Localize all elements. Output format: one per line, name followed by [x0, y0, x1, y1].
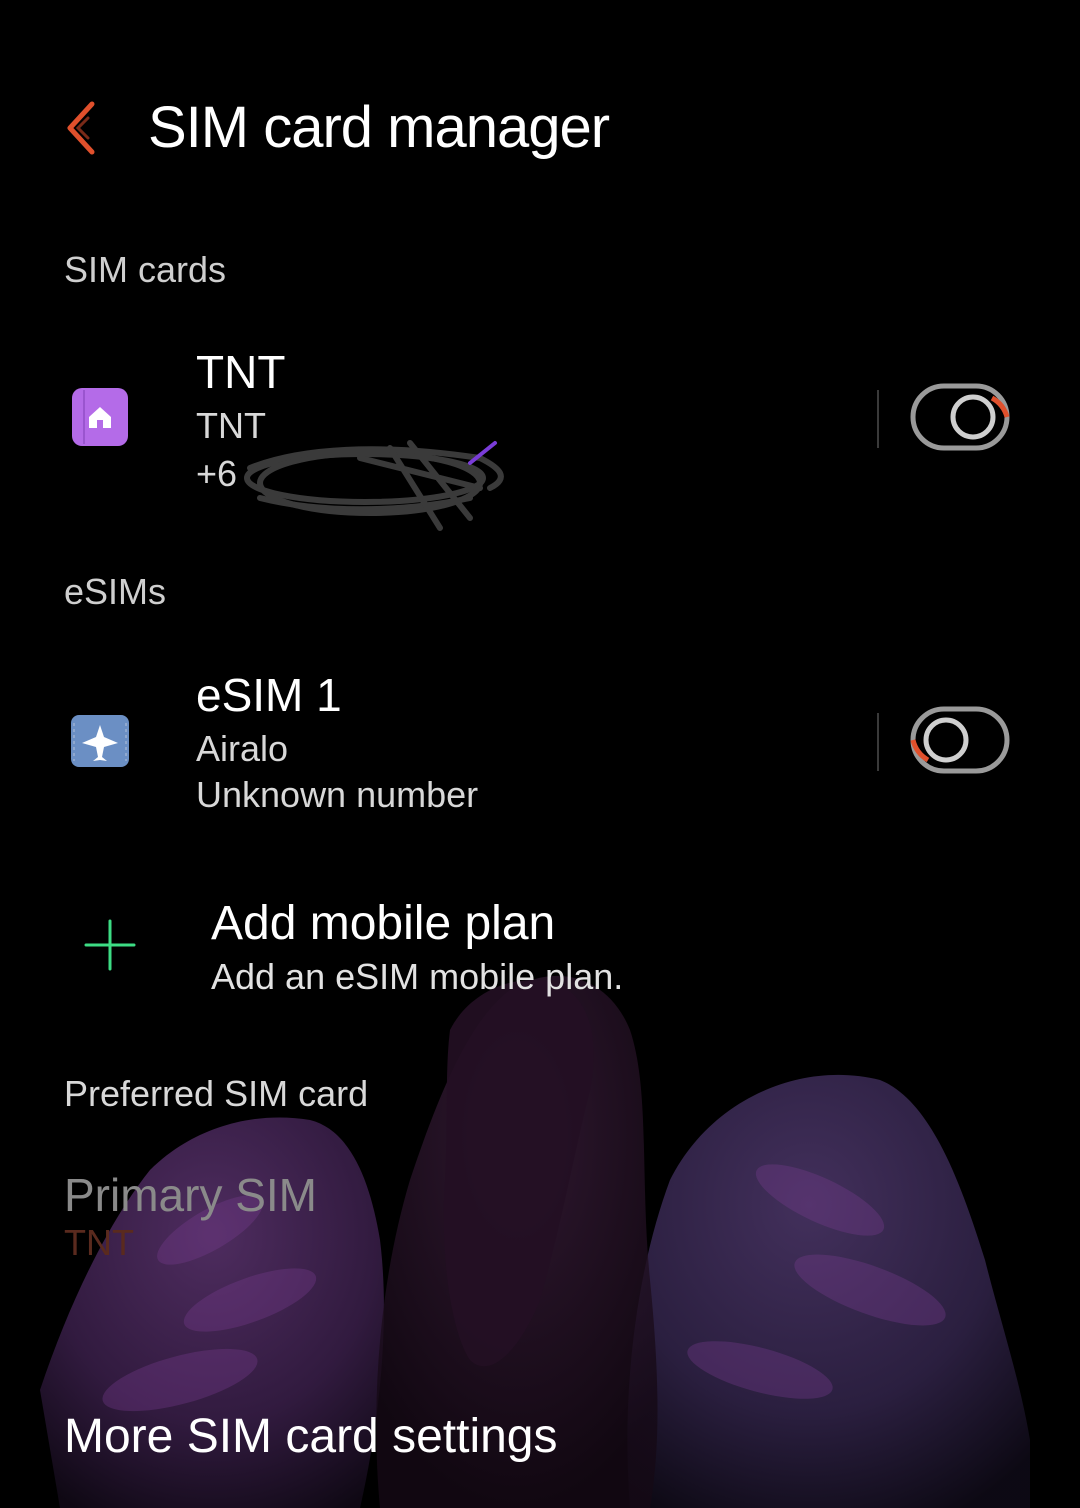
- section-header-esims: eSIMs: [64, 571, 167, 612]
- sim-name: TNT: [196, 346, 286, 398]
- esim-carrier: Airalo: [196, 728, 289, 769]
- add-mobile-plan-subtitle: Add an eSIM mobile plan.: [211, 956, 624, 997]
- add-mobile-plan-title: Add mobile plan: [211, 897, 556, 950]
- esim-number: Unknown number: [196, 774, 479, 815]
- redaction-scribble: [244, 440, 504, 531]
- primary-sim-value: TNT: [64, 1222, 134, 1263]
- home-icon: [72, 388, 128, 446]
- section-header-sim-cards: SIM cards: [64, 249, 227, 290]
- esim-name: eSIM 1: [196, 669, 342, 721]
- section-header-preferred: Preferred SIM card: [64, 1073, 369, 1114]
- esim-airalo-row[interactable]: eSIM 1 Airalo Unknown number: [0, 665, 1080, 825]
- esim-toggle-switch-off[interactable]: [910, 705, 1010, 775]
- plus-icon: [84, 919, 136, 971]
- sim-toggle-switch-on[interactable]: [910, 382, 1010, 452]
- page-title: SIM card manager: [148, 95, 610, 160]
- sim-number: +6: [196, 453, 238, 494]
- row-divider: [877, 390, 879, 448]
- add-mobile-plan-row[interactable]: Add mobile plan Add an eSIM mobile plan.: [0, 895, 1080, 1005]
- sim-card-tnt-row[interactable]: TNT TNT +6: [0, 340, 1080, 520]
- back-chevron-icon[interactable]: [60, 98, 104, 158]
- more-sim-card-settings-label: More SIM card settings: [64, 1410, 558, 1463]
- airplane-icon: [71, 715, 129, 767]
- primary-sim-row[interactable]: Primary SIM TNT: [0, 1165, 1080, 1275]
- primary-sim-label: Primary SIM: [64, 1169, 317, 1221]
- sim-card-manager-screen: SIM card manager SIM cards TNT TNT +6 eS…: [0, 0, 1080, 1508]
- more-sim-card-settings-row[interactable]: More SIM card settings: [0, 1405, 1080, 1475]
- row-divider: [877, 713, 879, 771]
